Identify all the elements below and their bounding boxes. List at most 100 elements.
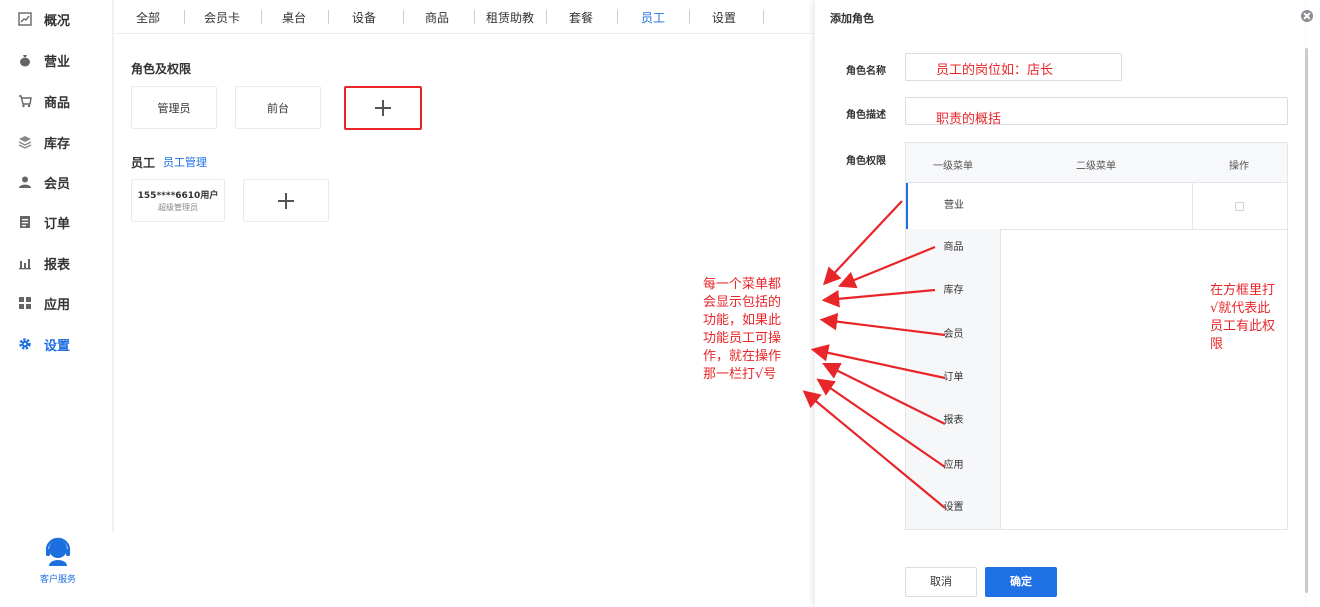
sidebar-item-inventory[interactable]: 库存 <box>18 130 108 154</box>
permission-table-header: 一级菜单 二级菜单 操作 <box>906 143 1287 183</box>
staff-section-title: 员工 <box>131 156 156 170</box>
row-divider <box>1001 229 1288 230</box>
add-staff-button[interactable] <box>243 179 329 222</box>
menu-item-member[interactable]: 会员 <box>906 325 1001 345</box>
tab-divider <box>403 10 404 24</box>
role-desc-label: 角色描述 <box>846 110 886 121</box>
sidebar-item-goods[interactable]: 商品 <box>18 89 108 113</box>
gear-icon <box>18 337 32 351</box>
tab-goods[interactable]: 商品 <box>425 9 449 26</box>
annotation-line: √就代表此 <box>1210 301 1271 316</box>
role-name-input[interactable]: 员工的岗位如：店长 <box>905 53 1122 81</box>
permission-checkbox[interactable] <box>1235 202 1244 211</box>
menu-item-report[interactable]: 报表 <box>906 411 1001 431</box>
annotation-line: 功能员工可操 <box>703 331 782 346</box>
sidebar-item-label: 应用 <box>44 297 71 313</box>
menu-item-apps[interactable]: 应用 <box>906 456 1001 476</box>
annotation-line: 在方框里打 <box>1210 283 1276 298</box>
annotation-checkbox-explanation: 在方框里打 √就代表此 员工有此权 限 <box>1210 282 1290 354</box>
annotation-line: 员工有此权 <box>1210 319 1276 334</box>
customer-service-label: 客户服务 <box>39 575 76 585</box>
tab-divider <box>763 10 764 24</box>
role-desc-input[interactable]: 职责的概括 <box>905 97 1288 127</box>
role-name-label: 角色名称 <box>846 66 886 77</box>
role-name-value: 员工的岗位如：店长 <box>936 63 1054 78</box>
grid-icon <box>18 296 32 310</box>
plus-icon-stroke <box>285 192 287 209</box>
menu-item-settings[interactable]: 设置 <box>906 498 1001 518</box>
tab-staff[interactable]: 员工 <box>641 9 665 26</box>
annotation-line: 会显示包括的 <box>703 295 782 310</box>
tab-divider <box>474 10 475 24</box>
dialog-title: 添加角色 <box>830 12 874 25</box>
menu-item-business[interactable]: 营业 <box>906 183 1002 229</box>
sidebar-item-order[interactable]: 订单 <box>18 210 108 234</box>
sidebar-item-label: 报表 <box>44 257 71 273</box>
staff-management-link[interactable]: 员工管理 <box>163 154 207 170</box>
sidebar-item-business[interactable]: 营业 <box>18 48 108 72</box>
annotation-line: 作，就在操作 <box>703 349 782 364</box>
staff-role: 超级管理员 <box>158 203 198 212</box>
bar-chart-icon <box>18 256 32 270</box>
annotation-menu-explanation: 每一个菜单都 会显示包括的 功能，如果此 功能员工可操 作，就在操作 那一栏打√… <box>703 276 803 384</box>
annotation-line: 功能，如果此 <box>703 313 782 328</box>
staff-name: 155****6610用户 <box>137 191 219 201</box>
role-card-admin[interactable]: 管理员 <box>131 86 217 129</box>
tab-device[interactable]: 设备 <box>352 9 376 26</box>
tab-divider <box>184 10 185 24</box>
close-icon[interactable] <box>1301 10 1313 22</box>
sidebar-divider <box>112 0 114 532</box>
role-permission-label: 角色权限 <box>846 156 886 167</box>
tab-divider <box>617 10 618 24</box>
tab-member-card[interactable]: 会员卡 <box>204 9 240 26</box>
menu-item-order[interactable]: 订单 <box>906 368 1001 388</box>
operation-column-divider <box>1192 183 1193 229</box>
sidebar-item-label: 会员 <box>44 176 71 192</box>
sidebar-item-label: 设置 <box>44 338 71 354</box>
tab-divider <box>546 10 547 24</box>
sidebar-item-apps[interactable]: 应用 <box>18 291 108 315</box>
chart-line-icon <box>18 12 32 26</box>
role-card-front-desk[interactable]: 前台 <box>235 86 321 129</box>
tab-settings[interactable]: 设置 <box>712 9 736 26</box>
tab-divider <box>328 10 329 24</box>
first-menu-column: 营业 商品 库存 会员 订单 报表 应用 设置 <box>906 183 1002 529</box>
sidebar-item-label: 商品 <box>44 95 71 111</box>
tab-divider <box>689 10 690 24</box>
header-first-menu: 一级菜单 <box>933 161 973 172</box>
sidebar-item-member[interactable]: 会员 <box>18 170 108 194</box>
cart-icon <box>18 94 32 108</box>
sidebar-item-label: 订单 <box>44 216 71 232</box>
active-indicator <box>906 183 908 229</box>
menu-item-inventory[interactable]: 库存 <box>906 281 1001 301</box>
sidebar-item-settings[interactable]: 设置 <box>18 332 108 356</box>
sidebar-item-label: 概况 <box>44 13 71 29</box>
order-icon <box>18 215 32 229</box>
sidebar-item-overview[interactable]: 概况 <box>18 7 108 31</box>
sidebar-item-label: 库存 <box>44 136 71 152</box>
dialog-scrollbar[interactable] <box>1305 48 1308 593</box>
plus-icon-stroke <box>382 100 384 116</box>
staff-card[interactable]: 155****6610用户 超级管理员 <box>131 179 225 222</box>
tab-divider <box>261 10 262 24</box>
stack-icon <box>18 135 32 149</box>
annotation-line: 每一个菜单都 <box>703 277 782 292</box>
annotation-line: 限 <box>1210 337 1224 352</box>
confirm-button[interactable]: 确定 <box>985 567 1057 597</box>
annotation-line: 那一栏打√号 <box>703 367 777 382</box>
customer-service-button[interactable]: 客户服务 <box>36 536 80 585</box>
headset-icon <box>45 537 71 566</box>
sidebar-item-report[interactable]: 报表 <box>18 251 108 275</box>
tab-package[interactable]: 套餐 <box>569 9 593 26</box>
add-role-button[interactable] <box>344 86 422 130</box>
sidebar-item-label: 营业 <box>44 54 71 70</box>
tab-rental-coach[interactable]: 租赁助教 <box>486 9 534 26</box>
cancel-button[interactable]: 取消 <box>905 567 977 597</box>
tab-table[interactable]: 桌台 <box>282 9 306 26</box>
role-desc-value: 职责的概括 <box>936 112 1002 127</box>
tab-all[interactable]: 全部 <box>136 9 160 26</box>
content-bottom <box>0 592 815 607</box>
menu-item-goods[interactable]: 商品 <box>906 238 1001 258</box>
roles-section-title: 角色及权限 <box>131 62 192 76</box>
header-operation: 操作 <box>1229 161 1249 172</box>
